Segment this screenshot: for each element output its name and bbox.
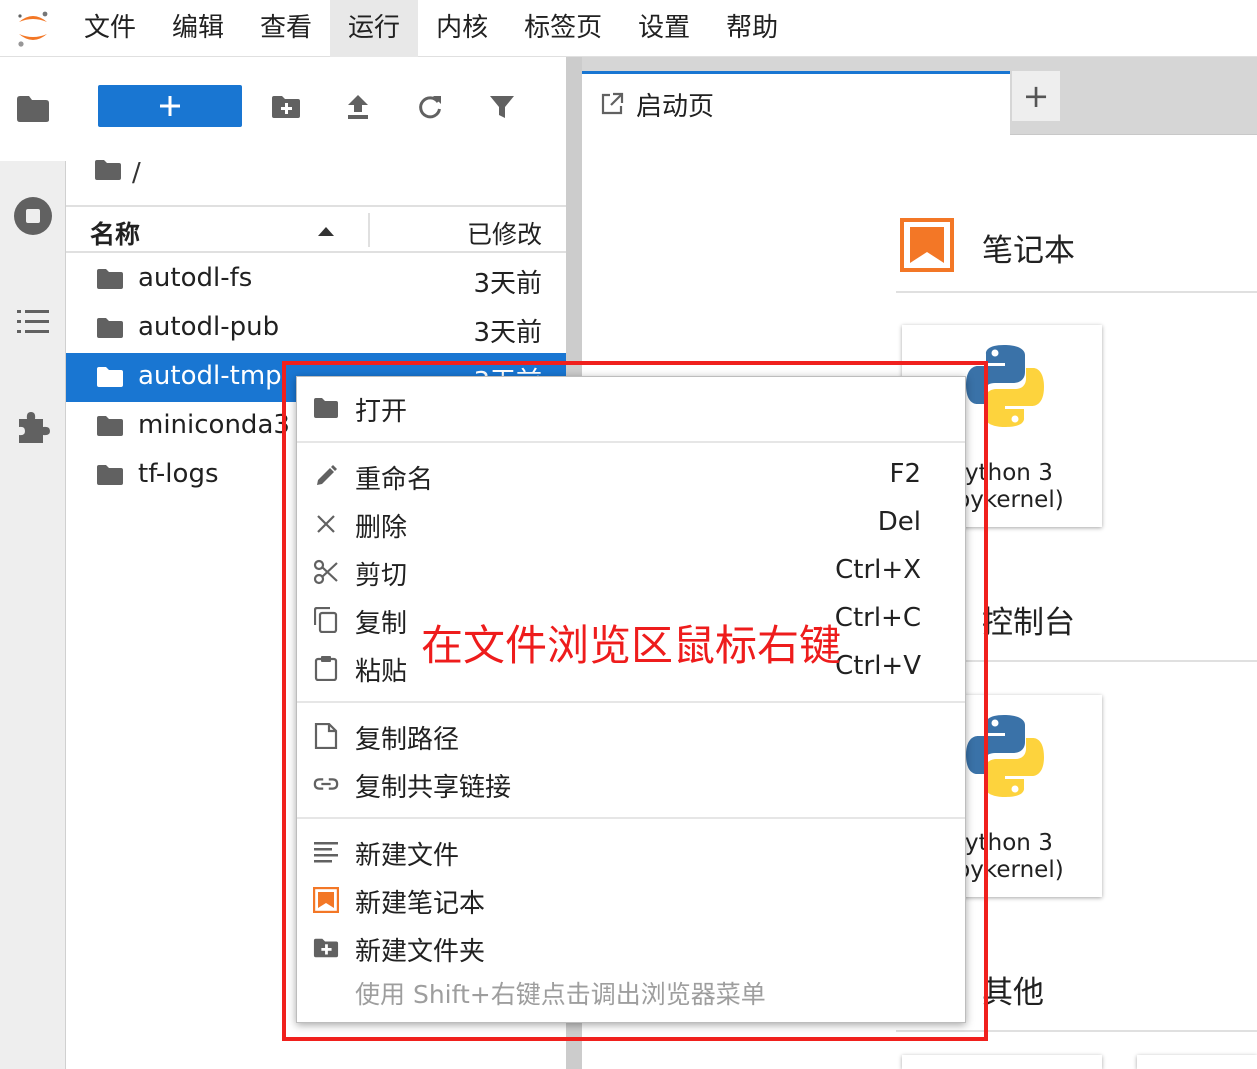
- menu-item[interactable]: 内核: [418, 0, 506, 57]
- launcher-card-partial[interactable]: [1137, 1055, 1257, 1069]
- tab-launcher[interactable]: 启动页: [582, 71, 1010, 135]
- annotation-highlight-box: [282, 361, 988, 1041]
- toc-list-icon[interactable]: [13, 302, 53, 342]
- file-row[interactable]: autodl-pub 3天前: [66, 304, 566, 353]
- launcher-notebook-icon: [900, 218, 954, 272]
- tab-bar: 启动页 +: [582, 57, 1257, 135]
- file-name: tf-logs: [138, 459, 219, 489]
- menu-item[interactable]: 查看: [242, 0, 330, 57]
- file-name: autodl-pub: [138, 312, 280, 342]
- activity-bar: [0, 57, 66, 1069]
- menu-item[interactable]: 标签页: [506, 0, 620, 57]
- column-header-name[interactable]: 名称: [90, 215, 140, 251]
- sort-ascending-icon: [318, 227, 334, 236]
- launch-external-icon: [600, 92, 626, 118]
- menu-item[interactable]: 设置: [620, 0, 708, 57]
- launcher-section-title: 笔记本: [982, 233, 1075, 269]
- folder-icon[interactable]: [13, 89, 53, 129]
- column-resize-handle[interactable]: [368, 213, 370, 247]
- launcher-card-partial[interactable]: [902, 1055, 1102, 1069]
- breadcrumb-root[interactable]: /: [132, 158, 141, 188]
- menubar: 文件 编辑 查看 运行 内核 标签页 设置 帮助: [0, 0, 1257, 57]
- new-folder-icon[interactable]: [268, 89, 304, 125]
- filter-icon[interactable]: [484, 89, 520, 125]
- folder-icon: [96, 268, 124, 290]
- folder-icon: [96, 366, 124, 388]
- menu-item[interactable]: 编辑: [154, 0, 242, 57]
- annotation-text: 在文件浏览区鼠标右键: [421, 621, 842, 670]
- launcher-section-title: 其他: [982, 975, 1044, 1011]
- file-modified: 3天前: [473, 318, 542, 348]
- plus-icon: [160, 96, 180, 116]
- file-name: autodl-fs: [138, 263, 253, 293]
- section-divider: [896, 291, 1257, 293]
- column-header-modified[interactable]: 已修改: [467, 215, 542, 251]
- file-list-header: 名称 已修改: [66, 205, 566, 253]
- add-tab-button[interactable]: +: [1012, 71, 1060, 121]
- stop-circle-icon[interactable]: [13, 196, 53, 236]
- folder-icon: [96, 317, 124, 339]
- jupyter-logo-icon[interactable]: [0, 0, 66, 57]
- menu-item[interactable]: 帮助: [708, 0, 796, 57]
- folder-icon: [96, 464, 124, 486]
- launcher-section-title: 控制台: [982, 605, 1075, 641]
- file-name: autodl-tmp: [138, 361, 282, 391]
- extension-puzzle-icon[interactable]: [13, 407, 53, 447]
- file-modified: 3天前: [473, 269, 542, 299]
- refresh-icon[interactable]: [412, 89, 448, 125]
- upload-icon[interactable]: [340, 89, 376, 125]
- file-row[interactable]: autodl-fs 3天前: [66, 255, 566, 304]
- new-launcher-button[interactable]: [98, 85, 242, 127]
- menu-item[interactable]: 文件: [66, 0, 154, 57]
- tab-label: 启动页: [636, 92, 715, 122]
- file-browser-toolbar: [66, 57, 566, 157]
- file-name: miniconda3: [138, 410, 290, 440]
- folder-icon: [96, 415, 124, 437]
- menu-item[interactable]: 运行: [330, 0, 419, 57]
- breadcrumb: /: [94, 153, 141, 193]
- breadcrumb-home-folder-icon[interactable]: [94, 158, 122, 188]
